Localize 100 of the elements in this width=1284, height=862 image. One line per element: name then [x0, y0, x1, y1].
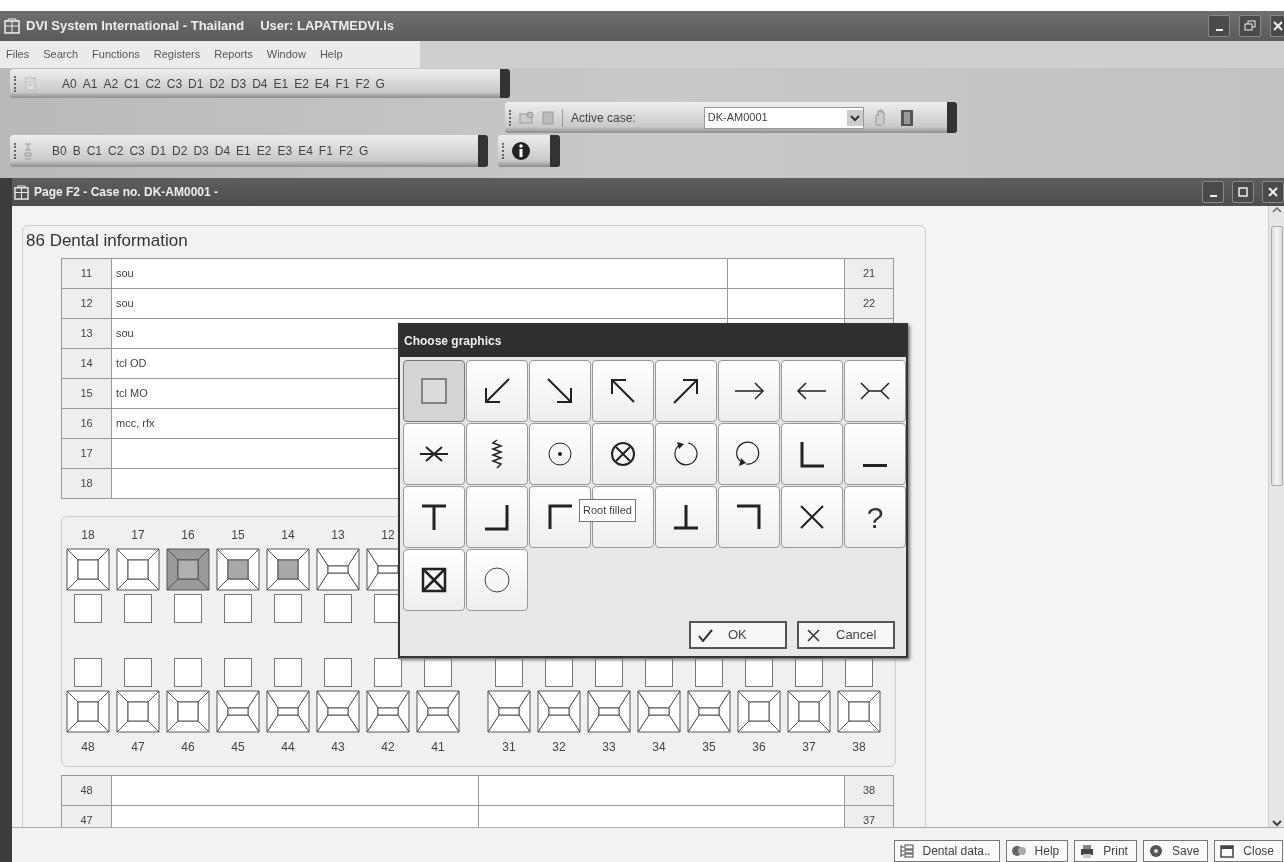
finding-cell[interactable] [478, 775, 845, 806]
tooth-diagram[interactable] [66, 548, 110, 591]
footer-button[interactable]: Save [1142, 840, 1209, 862]
menu-item[interactable]: Functions [92, 46, 140, 63]
finding-cell[interactable] [727, 258, 845, 289]
page-button[interactable]: D3 [227, 74, 250, 93]
page-button[interactable]: C2 [142, 74, 164, 93]
symbol-button[interactable] [466, 423, 528, 485]
tooltip: Root filled [579, 499, 636, 522]
info-icon[interactable] [511, 141, 531, 161]
scroll-down-icon[interactable] [1271, 819, 1282, 827]
symbol-button[interactable] [781, 486, 843, 548]
page-button[interactable]: E1 [270, 74, 292, 93]
finding-cell[interactable]: sou [111, 258, 728, 289]
tooth-number: 21 [844, 258, 894, 289]
footer-button[interactable]: Close [1214, 840, 1283, 862]
page-button[interactable]: G [355, 142, 372, 160]
door-icon[interactable] [899, 108, 914, 127]
page-button[interactable]: B [69, 142, 84, 160]
symbol-button[interactable] [781, 423, 843, 485]
page-button[interactable]: C3 [126, 142, 148, 160]
tooth-diagram[interactable] [787, 690, 831, 733]
page-button[interactable]: F2 [335, 142, 356, 160]
page-button[interactable]: A0 [59, 74, 80, 93]
symbol-button[interactable] [529, 360, 591, 422]
symbol-button[interactable] [718, 486, 780, 548]
symbol-button[interactable] [403, 486, 465, 548]
tooth-diagram[interactable] [116, 548, 160, 591]
page-button[interactable]: D4 [249, 74, 271, 93]
symbol-button[interactable] [655, 360, 717, 422]
restore-button[interactable] [1239, 15, 1261, 37]
case-dropdown[interactable]: DK-AM0001 [703, 106, 864, 129]
symbol-button[interactable] [466, 486, 528, 548]
footer-button[interactable]: Dental data.. [893, 840, 1000, 862]
symbol-button[interactable] [403, 423, 465, 485]
maximize-button[interactable] [1232, 181, 1254, 203]
tooth-diagram[interactable] [216, 548, 260, 591]
footer-button[interactable]: Help [1005, 840, 1069, 862]
menu-item[interactable]: Reports [214, 46, 253, 63]
menu-item[interactable]: Search [43, 46, 79, 63]
scrollbar[interactable] [1268, 206, 1284, 827]
minimize-button[interactable] [1202, 181, 1224, 203]
page-button[interactable]: E4 [311, 74, 333, 93]
symbol-button[interactable] [466, 360, 528, 422]
page-button[interactable]: E2 [253, 142, 275, 160]
tooth-diagram[interactable] [166, 690, 210, 733]
footer-button[interactable]: Print [1074, 840, 1137, 862]
toolbar-grip[interactable] [509, 109, 512, 126]
symbol-button[interactable] [655, 486, 717, 548]
page-button[interactable]: G [372, 74, 388, 93]
page-button[interactable]: E3 [274, 142, 296, 160]
page-button[interactable]: C1 [83, 142, 106, 160]
page-button[interactable]: F1 [315, 142, 336, 160]
page-button[interactable]: D2 [206, 74, 228, 93]
page-button[interactable]: F2 [352, 74, 373, 93]
page-button[interactable]: D1 [147, 142, 170, 160]
minimize-button[interactable] [1208, 15, 1230, 37]
page-button[interactable]: F1 [332, 74, 353, 93]
tooth-diagram[interactable] [837, 690, 881, 733]
ok-button[interactable]: OK [689, 621, 787, 649]
page-button[interactable]: D4 [211, 142, 234, 160]
scroll-thumb[interactable] [1270, 226, 1283, 486]
page-button[interactable]: D3 [190, 142, 212, 160]
page-button[interactable]: A1 [79, 74, 101, 93]
page-button[interactable]: D2 [169, 142, 191, 160]
page-button[interactable]: E4 [295, 142, 316, 160]
finding-cell[interactable] [111, 775, 478, 806]
symbol-button[interactable]: ? [844, 486, 906, 548]
minimize-icon [1209, 195, 1217, 197]
toolbar-grip[interactable] [14, 143, 17, 159]
tooth-number: 14 [61, 348, 112, 379]
tooth-number: 34 [652, 739, 666, 755]
page-button[interactable]: C1 [121, 74, 143, 93]
menu-item[interactable]: Window [266, 46, 306, 63]
toolbar-grip[interactable] [14, 75, 17, 92]
page-button[interactable]: D1 [185, 74, 207, 93]
page-button[interactable]: B0 [49, 142, 70, 160]
page-button[interactable]: A2 [100, 74, 122, 93]
menu-item[interactable]: Registers [153, 46, 201, 63]
page-button[interactable]: C2 [105, 142, 127, 160]
tooth-diagram[interactable] [66, 690, 110, 733]
tooth-diagram[interactable] [737, 690, 781, 733]
close-button[interactable] [1262, 181, 1284, 203]
close-button[interactable] [1270, 15, 1284, 37]
tooth-diagram[interactable] [266, 548, 310, 591]
symbol-button[interactable] [592, 423, 654, 485]
page-button[interactable]: E1 [233, 142, 254, 160]
symbol-button[interactable] [592, 360, 654, 422]
finding-cell[interactable]: sou [111, 288, 728, 319]
symbol-button[interactable] [403, 549, 465, 611]
page-button[interactable]: E2 [291, 74, 312, 93]
page-button[interactable]: C3 [163, 74, 186, 93]
finding-cell[interactable] [727, 288, 845, 319]
toolbar-grip[interactable] [502, 143, 505, 159]
cancel-button[interactable]: Cancel [797, 621, 895, 649]
menu-item[interactable]: Help [319, 46, 343, 63]
scroll-up-icon[interactable] [1271, 206, 1282, 214]
menu-item[interactable]: Files [6, 46, 30, 63]
tooth-number: 17 [61, 438, 112, 469]
tooth-diagram[interactable] [116, 690, 160, 733]
